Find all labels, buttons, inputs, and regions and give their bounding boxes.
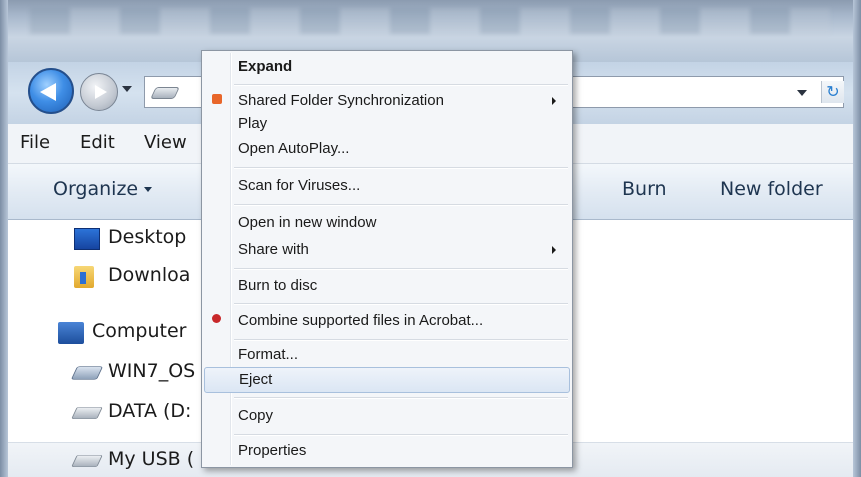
nav-item-desktop[interactable]: Desktop [74, 226, 187, 256]
burn-button[interactable]: Burn [622, 178, 667, 200]
menu-separator [234, 268, 568, 270]
menu-item-copy[interactable]: Copy [204, 404, 570, 428]
forward-button[interactable] [80, 73, 118, 111]
menu-item-label: Open in new window [238, 214, 377, 231]
desktop-icon [74, 228, 100, 250]
nav-label: Downloa [108, 264, 191, 286]
os-drive-icon [70, 366, 104, 380]
new-folder-button[interactable]: New folder [720, 178, 823, 200]
menu-separator [234, 204, 568, 206]
title-bar-blur [30, 8, 830, 34]
menu-item-label: Share with [238, 241, 309, 258]
context-menu: Expand Shared Folder Synchronization Pla… [201, 50, 573, 468]
sync-icon [212, 94, 222, 104]
menu-item-combine-acrobat[interactable]: Combine supported files in Acrobat... [204, 309, 570, 333]
menu-item-label: Format... [238, 346, 299, 363]
menu-item-label: Play [238, 115, 268, 132]
nav-item-win7-os[interactable]: WIN7_OS [70, 360, 196, 390]
address-dropdown-icon[interactable] [797, 90, 807, 96]
menu-item-label: Burn to disc [238, 277, 318, 294]
drive-icon [150, 87, 180, 99]
refresh-icon[interactable]: ↻ [821, 81, 844, 103]
submenu-arrow-icon [552, 97, 556, 105]
menu-edit[interactable]: Edit [80, 132, 115, 153]
menu-item-label: Copy [238, 407, 274, 424]
recent-pages-dropdown[interactable] [122, 86, 132, 92]
menu-separator [234, 84, 568, 86]
menu-separator [234, 303, 568, 305]
menu-item-label: Open AutoPlay... [238, 140, 350, 157]
organize-label: Organize [53, 178, 139, 200]
menu-separator [234, 339, 568, 341]
menu-item-burn-to-disc[interactable]: Burn to disc [204, 274, 570, 298]
window-border-left [0, 0, 8, 477]
menu-item-label: Combine supported files in Acrobat... [238, 312, 484, 329]
menu-item-expand[interactable]: Expand [204, 55, 570, 79]
nav-label: DATA (D: [108, 400, 192, 422]
menu-item-share-with[interactable]: Share with [204, 238, 570, 262]
organize-button[interactable]: Organize [53, 178, 153, 200]
nav-label: WIN7_OS [108, 360, 196, 382]
nav-item-computer[interactable]: Computer [58, 320, 187, 350]
back-button[interactable] [28, 68, 74, 114]
menu-separator [234, 167, 568, 169]
menu-item-label: Properties [238, 442, 307, 459]
computer-icon [58, 322, 84, 344]
menu-separator [234, 434, 568, 436]
menu-item-label: Shared Folder Synchronization [238, 92, 444, 109]
chevron-down-icon [144, 187, 153, 192]
nav-label: Computer [92, 320, 187, 342]
menu-item-play[interactable]: Play [204, 112, 570, 136]
menu-item-scan-viruses[interactable]: Scan for Viruses... [204, 174, 570, 198]
menu-item-format[interactable]: Format... [204, 343, 570, 367]
nav-item-data-drive[interactable]: DATA (D: [71, 400, 192, 430]
menu-item-label: Eject [239, 371, 273, 388]
menu-item-eject[interactable]: Eject [204, 367, 570, 393]
menu-view[interactable]: View [144, 132, 187, 153]
menu-item-open-new-window[interactable]: Open in new window [204, 211, 570, 235]
submenu-arrow-icon [552, 246, 556, 254]
acrobat-icon [212, 314, 221, 323]
menu-item-label: Expand [238, 58, 293, 75]
window-border-right [853, 0, 861, 477]
nav-item-my-usb[interactable]: My USB ( [71, 448, 195, 477]
menu-file[interactable]: File [20, 132, 50, 153]
menu-item-open-autoplay[interactable]: Open AutoPlay... [204, 137, 570, 161]
menu-item-properties[interactable]: Properties [204, 439, 570, 463]
menu-separator [234, 397, 568, 399]
menu-item-shared-folder-sync[interactable]: Shared Folder Synchronization [204, 89, 570, 113]
nav-label: My USB ( [108, 448, 195, 470]
nav-label: Desktop [108, 226, 187, 248]
menu-item-label: Scan for Viruses... [238, 177, 361, 194]
nav-item-downloads[interactable]: Downloa [74, 264, 191, 294]
downloads-folder-icon [74, 266, 94, 288]
drive-icon [71, 406, 103, 420]
